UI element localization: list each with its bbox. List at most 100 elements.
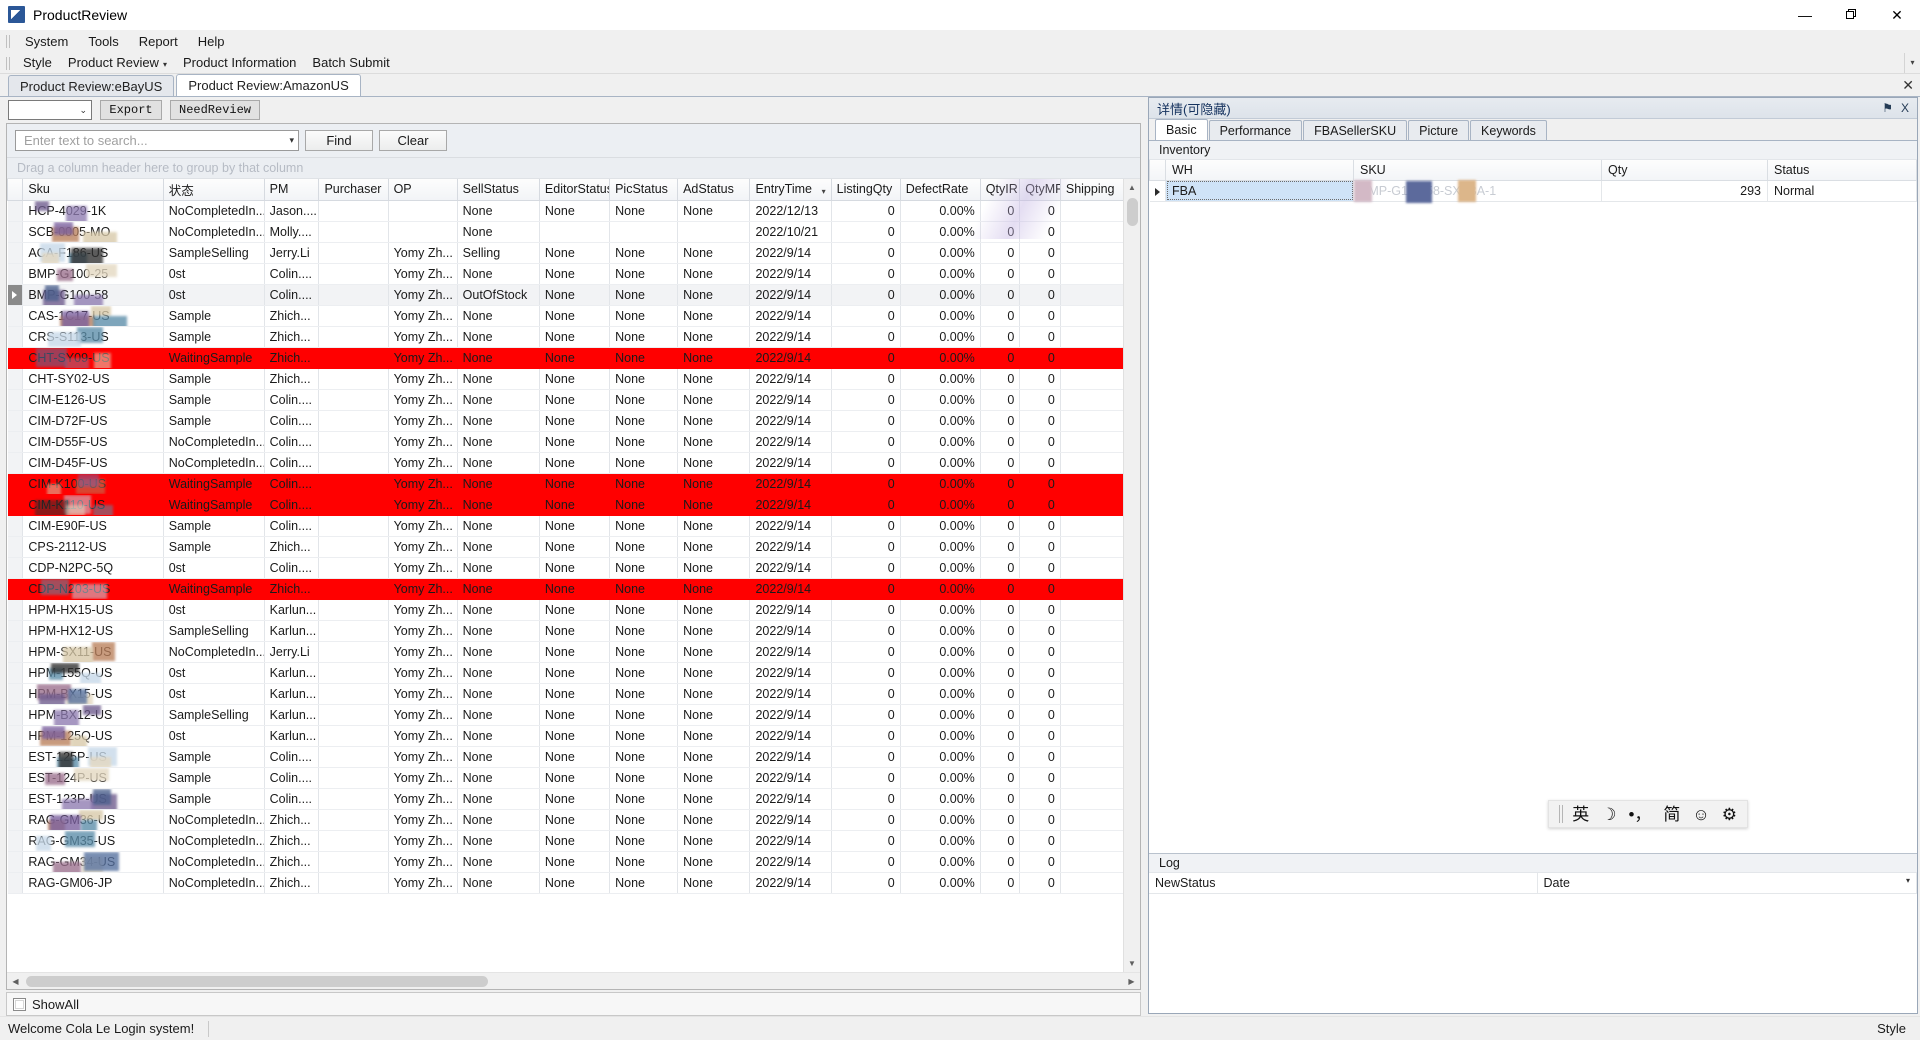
cell-sku[interactable]: EST-123P-US	[22, 788, 164, 810]
cell-pm[interactable]: Karlun...	[264, 704, 320, 726]
cell-adstatus[interactable]: None	[677, 515, 751, 537]
cell-qtyir[interactable]: 0	[980, 242, 1021, 264]
cell-purchaser[interactable]	[318, 851, 389, 873]
clear-button[interactable]: Clear	[379, 130, 447, 151]
cell-defectrate[interactable]: 0.00%	[900, 683, 981, 705]
column-header-defectrate[interactable]: DefectRate	[899, 179, 981, 201]
pin-icon[interactable]: ⚑	[1882, 102, 1893, 114]
cell-qtymp[interactable]: 0	[1019, 683, 1061, 705]
row-indicator[interactable]	[7, 851, 24, 873]
cell-op[interactable]: Yomy Zh...	[388, 410, 458, 432]
ime-toolbar[interactable]: 英 ☽ •， 简 ☺ ⚙	[1548, 800, 1748, 828]
cell-editorstatus[interactable]: None	[539, 473, 611, 495]
row-indicator[interactable]	[7, 641, 24, 663]
cell-defectrate[interactable]: 0.00%	[900, 347, 981, 369]
table-row[interactable]: ACA-F186-US SampleSelling Jerry.Li Yomy Zh.…	[7, 242, 1123, 264]
cell-qtyir[interactable]: 0	[980, 788, 1021, 810]
table-row[interactable]: CRS-S113-US Sample Zhich... Yomy Zh... None N…	[7, 326, 1123, 348]
cell-qtymp[interactable]: 0	[1019, 704, 1061, 726]
cell-listingqty[interactable]: 0	[831, 872, 901, 894]
cell-purchaser[interactable]	[318, 305, 389, 327]
cell-picstatus[interactable]: None	[609, 809, 679, 831]
column-header-qtymp[interactable]: QtyMP	[1019, 179, 1061, 201]
tab-performance[interactable]: Performance	[1208, 120, 1303, 140]
tab-product-review-ebayus[interactable]: Product Review:eBayUS	[8, 75, 175, 96]
cell-pm[interactable]: Colin....	[264, 557, 320, 579]
cell-editorstatus[interactable]: None	[539, 284, 611, 306]
cell-picstatus[interactable]: None	[609, 410, 679, 432]
cell-defectrate[interactable]: 0.00%	[900, 305, 981, 327]
cell-editorstatus[interactable]: None	[539, 389, 611, 411]
cell-qtyir[interactable]: 0	[980, 704, 1021, 726]
cell-sellstatus[interactable]: OutOfStock	[457, 284, 540, 306]
cell-shipping[interactable]	[1060, 704, 1123, 726]
cell-shipping[interactable]	[1060, 410, 1123, 432]
cell-listingqty[interactable]: 0	[831, 851, 901, 873]
row-indicator[interactable]	[7, 284, 24, 306]
cell-pm[interactable]: Colin....	[264, 389, 320, 411]
cell-status[interactable]: SampleSelling	[163, 620, 265, 642]
cell-adstatus[interactable]: None	[677, 242, 751, 264]
cell-op[interactable]: Yomy Zh...	[388, 263, 458, 285]
cell-sellstatus[interactable]: None	[457, 410, 540, 432]
cell-entrytime[interactable]: 2022/9/14	[749, 557, 832, 579]
cell-sku[interactable]: HPM-HX15-US	[22, 599, 164, 621]
table-row[interactable]: CHT-SY09-US WaitingSample Zhich... Yomy Zh.…	[7, 347, 1123, 369]
cell-pm[interactable]: Karlun...	[264, 725, 320, 747]
cell-picstatus[interactable]: None	[609, 389, 679, 411]
cell-picstatus[interactable]: None	[609, 536, 679, 558]
cell-shipping[interactable]	[1060, 557, 1123, 579]
cell-editorstatus[interactable]: None	[539, 599, 611, 621]
inventory-cell-qty[interactable]: 293	[1601, 180, 1768, 202]
row-indicator[interactable]	[7, 809, 24, 831]
cell-adstatus[interactable]: None	[677, 263, 751, 285]
chevron-down-icon[interactable]: ▾	[289, 135, 294, 146]
cell-purchaser[interactable]	[318, 725, 389, 747]
cell-defectrate[interactable]: 0.00%	[900, 599, 981, 621]
cell-editorstatus[interactable]: None	[539, 305, 611, 327]
cell-qtymp[interactable]: 0	[1019, 536, 1061, 558]
cell-status[interactable]: WaitingSample	[163, 578, 265, 600]
cell-shipping[interactable]	[1060, 452, 1123, 474]
cell-qtymp[interactable]: 0	[1019, 641, 1061, 663]
column-header-picstatus[interactable]: PicStatus	[609, 179, 679, 201]
cell-adstatus[interactable]: None	[677, 599, 751, 621]
cell-listingqty[interactable]: 0	[831, 641, 901, 663]
table-row[interactable]: CDP-N203-US WaitingSample Zhich... Yomy Zh.…	[7, 578, 1123, 600]
cell-status[interactable]: WaitingSample	[163, 473, 265, 495]
cell-defectrate[interactable]: 0.00%	[900, 641, 981, 663]
cell-op[interactable]: Yomy Zh...	[388, 284, 458, 306]
inventory-cell-status[interactable]: Normal	[1767, 180, 1917, 202]
cell-op[interactable]: Yomy Zh...	[388, 788, 458, 810]
cell-status[interactable]: Sample	[163, 536, 265, 558]
toolbar-overflow-icon[interactable]: ▾	[1904, 52, 1920, 73]
cell-pm[interactable]: Zhich...	[264, 830, 320, 852]
tool-item-batch-submit[interactable]: Batch Submit	[304, 53, 397, 72]
cell-shipping[interactable]	[1060, 788, 1123, 810]
row-indicator[interactable]	[7, 200, 24, 222]
cell-listingqty[interactable]: 0	[831, 242, 901, 264]
cell-op[interactable]: Yomy Zh...	[388, 599, 458, 621]
cell-op[interactable]: Yomy Zh...	[388, 557, 458, 579]
cell-sellstatus[interactable]: None	[457, 683, 540, 705]
cell-op[interactable]: Yomy Zh...	[388, 683, 458, 705]
cell-status[interactable]: WaitingSample	[163, 347, 265, 369]
cell-listingqty[interactable]: 0	[831, 347, 901, 369]
status-style-label[interactable]: Style	[1877, 1021, 1912, 1036]
menu-item-tools[interactable]: Tools	[78, 32, 128, 51]
row-indicator[interactable]	[7, 515, 24, 537]
cell-picstatus[interactable]: None	[609, 704, 679, 726]
cell-pm[interactable]: Molly....	[264, 221, 320, 243]
cell-op[interactable]: Yomy Zh...	[388, 536, 458, 558]
cell-sku[interactable]: CPS-2112-US	[22, 536, 164, 558]
cell-purchaser[interactable]	[318, 641, 389, 663]
cell-shipping[interactable]	[1060, 767, 1123, 789]
cell-listingqty[interactable]: 0	[831, 662, 901, 684]
menu-item-system[interactable]: System	[15, 32, 78, 51]
row-indicator[interactable]	[7, 620, 24, 642]
menu-item-report[interactable]: Report	[129, 32, 188, 51]
cell-picstatus[interactable]: None	[609, 284, 679, 306]
cell-listingqty[interactable]: 0	[831, 368, 901, 390]
row-indicator[interactable]	[7, 326, 24, 348]
cell-picstatus[interactable]: None	[609, 431, 679, 453]
